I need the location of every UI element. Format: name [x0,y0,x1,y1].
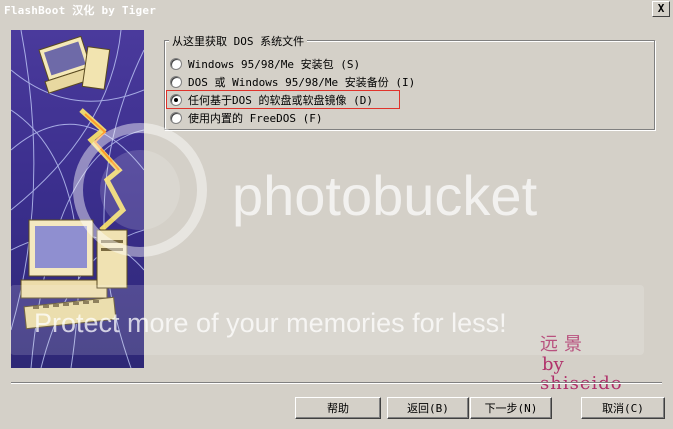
author-signature: 远景 by shiseido [540,330,623,394]
radio-button[interactable] [170,75,182,88]
next-button[interactable]: 下一步(N) [470,397,552,419]
help-button[interactable]: 帮助 [295,397,381,419]
radio-label: DOS 或 Windows 95/98/Me 安装备份 (I) [188,75,416,89]
radio-windows-install[interactable]: Windows 95/98/Me 安装包 (S) [170,56,360,71]
cancel-button[interactable]: 取消(C) [581,397,665,419]
wizard-side-illustration [11,30,144,368]
radio-button[interactable] [170,57,182,70]
selection-highlight-box [166,90,400,109]
radio-freedos[interactable]: 使用内置的 FreeDOS (F) [170,110,322,125]
button-separator [11,382,662,384]
close-button[interactable]: X [652,1,670,17]
signature-line-2: by [542,354,564,375]
back-button[interactable]: 返回(B) [387,397,469,419]
title-bar: FlashBoot 汉化 by Tiger X [0,0,673,18]
groupbox-legend: 从这里获取 DOS 系统文件 [169,33,308,49]
signature-line-3: shiseido [540,373,623,394]
window-title: FlashBoot 汉化 by Tiger [4,4,157,17]
radio-label: Windows 95/98/Me 安装包 (S) [188,57,361,71]
watermark-brand: photobucket [232,164,538,227]
radio-button[interactable] [170,111,182,124]
radio-dos-backup[interactable]: DOS 或 Windows 95/98/Me 安装备份 (I) [170,74,415,89]
signature-line-1: 远景 [540,334,588,355]
radio-label: 使用内置的 FreeDOS (F) [188,111,323,125]
